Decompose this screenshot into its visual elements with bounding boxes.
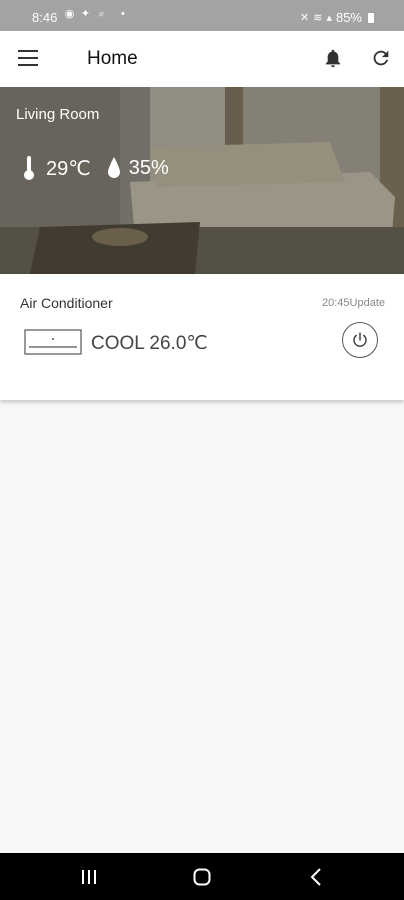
- chat-icon: ◉: [64, 8, 75, 20]
- power-button[interactable]: [342, 322, 378, 358]
- status-bar: 8:46 ◉ ✦ ⌕ • ✕ ≋ ▴ 85%: [0, 0, 404, 31]
- air-conditioner-icon: [24, 329, 82, 355]
- signal-icon: ▴: [326, 12, 332, 24]
- bell-icon[interactable]: [322, 47, 344, 69]
- humidity-icon: [107, 157, 120, 178]
- status-time: 8:46: [32, 10, 58, 25]
- thermometer-icon: [24, 156, 34, 180]
- status-dot: •: [121, 8, 125, 20]
- app-screen: 8:46 ◉ ✦ ⌕ • ✕ ≋ ▴ 85% Home Living Room …: [0, 0, 404, 900]
- mute-icon: ✕: [300, 12, 310, 24]
- temperature-value: 29℃: [46, 157, 91, 180]
- page-title: Home: [87, 48, 138, 69]
- search-icon: ⌕: [98, 8, 105, 20]
- twitter-icon: ✦: [80, 8, 91, 20]
- device-name: Air Conditioner: [20, 295, 113, 311]
- humidity-value: 35%: [128, 156, 169, 179]
- power-icon: [353, 332, 367, 347]
- ac-mode-status: COOL 26.0℃: [91, 333, 208, 354]
- menu-icon[interactable]: [18, 50, 38, 66]
- battery-icon: [368, 12, 374, 23]
- refresh-icon[interactable]: [370, 47, 392, 69]
- battery-percent: 85%: [335, 10, 362, 25]
- recents-icon[interactable]: [79, 867, 99, 887]
- home-icon[interactable]: [192, 867, 212, 887]
- back-icon[interactable]: [307, 866, 325, 888]
- update-time: 20:45Update: [322, 297, 385, 309]
- app-bar: Home: [0, 31, 404, 87]
- system-nav-bar: [0, 853, 404, 900]
- room-readings: 29℃ 35%: [22, 155, 169, 181]
- status-right: ✕ ≋ ▴ 85%: [300, 10, 374, 25]
- room-card[interactable]: Living Room 29℃ 35%: [0, 87, 404, 274]
- device-card-air-conditioner[interactable]: Air Conditioner 20:45Update COOL 26.0℃: [0, 274, 404, 400]
- notification-icons: ◉ ✦ ⌕: [64, 9, 107, 20]
- wifi-icon: ≋: [313, 12, 323, 24]
- room-name: Living Room: [16, 106, 100, 123]
